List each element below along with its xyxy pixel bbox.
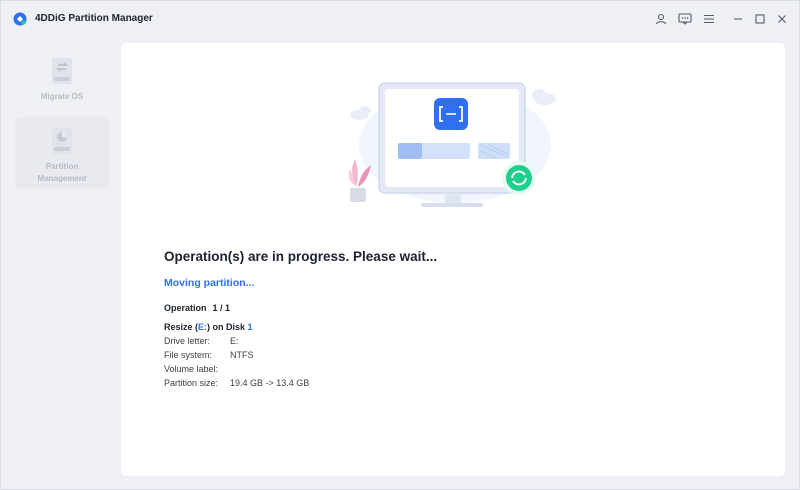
detail-row-volume-label: Volume label:: [164, 364, 230, 374]
detail-row-file-system: File system: NTFS: [164, 350, 254, 360]
sidebar-item-migrate-os[interactable]: Migrate OS: [15, 47, 109, 113]
progress-illustration: [349, 82, 556, 207]
sidebar: Migrate OS Partition Management: [1, 41, 119, 481]
detail-key: Volume label:: [164, 364, 219, 374]
resize-middle: ) on Disk: [207, 322, 248, 332]
sidebar-item-label: Migrate OS: [40, 92, 84, 101]
detail-key: Drive letter:: [164, 336, 211, 346]
feedback-icon[interactable]: [677, 11, 693, 27]
sync-icon: [506, 165, 532, 191]
migrate-os-icon: [52, 58, 72, 84]
resize-prefix: Resize (: [164, 322, 199, 332]
cloud-icon: [350, 106, 371, 120]
minimize-icon[interactable]: [730, 11, 746, 27]
operation-status: Moving partition...: [164, 277, 255, 289]
app-window: 4DDiG Partition Manager Migrate OS Parti…: [0, 0, 800, 490]
resize-disk: 1: [247, 322, 253, 332]
resize-summary: Resize (E:) on Disk 1: [164, 322, 253, 332]
cloud-icon: [532, 89, 556, 105]
operation-label: Operation: [164, 303, 207, 313]
detail-row-drive-letter: Drive letter: E:: [164, 336, 239, 346]
resize-drive: E:: [198, 322, 208, 332]
main-panel: Operation(s) are in progress. Please wai…: [121, 43, 785, 476]
partition-management-icon: [52, 128, 72, 154]
detail-key: File system:: [164, 350, 213, 360]
title-bar: 4DDiG Partition Manager: [1, 1, 799, 37]
detail-row-partition-size: Partition size: 19.4 GB -> 13.4 GB: [164, 378, 309, 388]
detail-key: Partition size:: [164, 378, 219, 388]
operation-heading: Operation(s) are in progress. Please wai…: [164, 249, 438, 264]
operation-value: 1 / 1: [212, 303, 231, 313]
user-icon[interactable]: [653, 11, 669, 27]
operation-count: Operation 1 / 1: [164, 303, 230, 313]
maximize-icon[interactable]: [752, 11, 768, 27]
sidebar-item-label: Partition Management: [37, 162, 87, 183]
app-logo-icon: [13, 12, 27, 26]
detail-value: NTFS: [230, 350, 254, 360]
close-icon[interactable]: [774, 11, 790, 27]
detail-value: 19.4 GB -> 13.4 GB: [230, 378, 310, 388]
detail-value: E:: [230, 336, 239, 346]
sidebar-item-partition-management[interactable]: Partition Management: [15, 117, 109, 189]
menu-icon[interactable]: [701, 11, 717, 27]
app-title: 4DDiG Partition Manager: [35, 13, 153, 24]
